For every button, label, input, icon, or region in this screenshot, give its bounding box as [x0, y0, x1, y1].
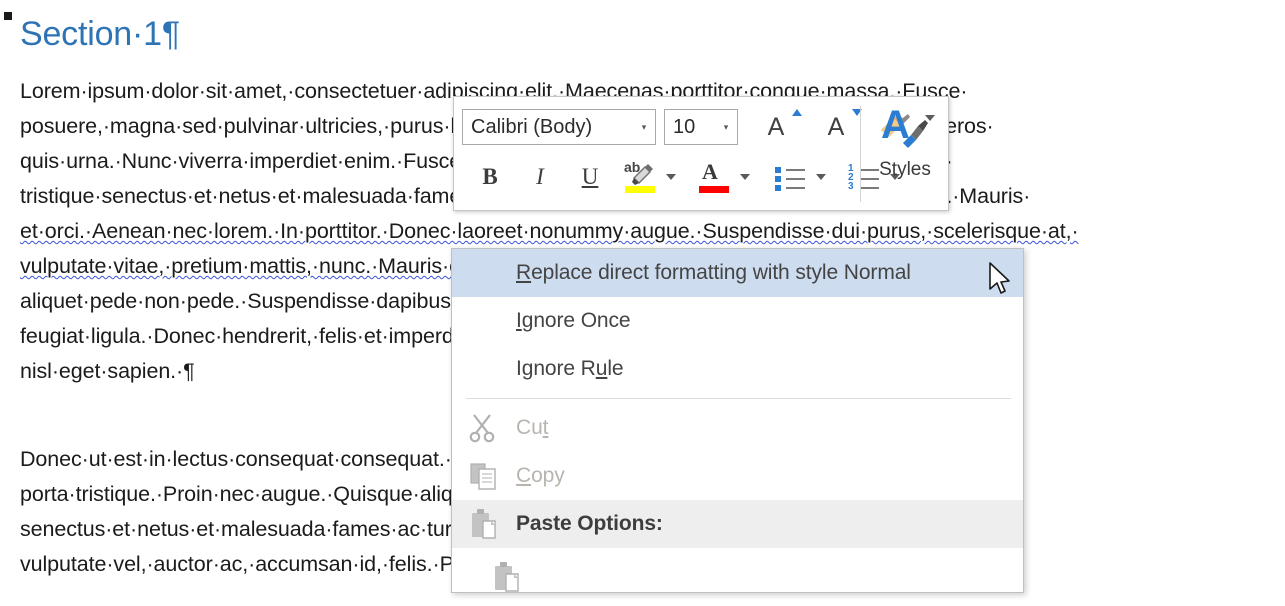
scissors-icon-slot	[452, 411, 516, 445]
font-name-combobox[interactable]: Calibri (Body) ▾	[462, 109, 656, 145]
bullets-chevron-down-icon[interactable]	[816, 174, 826, 180]
highlight-color-swatch	[625, 186, 655, 193]
font-size-combobox[interactable]: 10 ▾	[664, 109, 738, 145]
paintbrush-icon	[903, 120, 928, 148]
pilcrow-mark: ¶	[183, 359, 195, 383]
triangle-up-icon	[792, 109, 802, 116]
grow-font-label: A	[767, 112, 785, 141]
styles-icon: A	[875, 103, 935, 161]
menu-item-copy: Copy	[452, 452, 1023, 500]
menu-item-paste-options[interactable]: Paste Options:	[452, 500, 1023, 548]
pilcrow-mark: ¶	[161, 15, 180, 53]
paste-large-icon	[495, 562, 519, 592]
menu-item-label: Ignore Rule	[516, 357, 624, 380]
menu-item-paste-option-keep-source[interactable]	[452, 548, 1023, 606]
paste-icon	[472, 509, 496, 539]
styles-button[interactable]: A Styles	[866, 103, 944, 205]
font-color-button[interactable]: A	[694, 157, 734, 197]
toolbar-divider	[860, 106, 861, 202]
shrink-font-button[interactable]: A	[812, 107, 862, 147]
underline-button[interactable]: U	[570, 157, 610, 197]
highlight-chevron-down-icon[interactable]	[666, 174, 676, 180]
menu-item-ignore-rule[interactable]: Ignore Rule	[452, 345, 1023, 393]
heading-text: Section·1	[20, 15, 162, 53]
shrink-font-label: A	[827, 112, 845, 141]
grow-font-button[interactable]: A	[752, 107, 802, 147]
text-highlight-color-button[interactable]: ab	[620, 157, 660, 197]
bullets-button[interactable]	[770, 157, 810, 197]
line-text: nisl·eget·sapien.·	[20, 359, 184, 383]
menu-item-cut: Cut	[452, 404, 1023, 452]
underline-label: U	[581, 164, 599, 189]
bold-label: B	[482, 164, 498, 189]
menu-item-label: Ignore Once	[516, 309, 631, 332]
scissors-icon	[469, 414, 495, 443]
styles-chevron-down-icon[interactable]	[925, 115, 935, 121]
menu-separator	[466, 398, 1011, 399]
italic-label: I	[536, 164, 544, 189]
highlighter-icon: ab	[621, 158, 659, 196]
chevron-down-icon[interactable]: ▾	[633, 122, 655, 133]
menu-item-label: Copy	[516, 464, 565, 487]
font-size-value: 10	[673, 115, 696, 138]
font-color-swatch	[699, 186, 729, 193]
menu-item-replace-direct-formatting[interactable]: Replace direct formatting with style Nor…	[452, 249, 1023, 297]
heading-style-marker	[4, 12, 12, 20]
bulleted-list-icon	[773, 164, 807, 191]
context-menu[interactable]: Replace direct formatting with style Nor…	[451, 248, 1024, 593]
menu-item-label: Paste Options:	[516, 512, 663, 535]
font-name-value: Calibri (Body)	[471, 115, 593, 138]
font-color-chevron-down-icon[interactable]	[740, 174, 750, 180]
menu-item-label: Cut	[516, 416, 549, 439]
line-text: et·orci.·Aenean·nec·lorem.·In·porttitor.…	[20, 219, 1079, 243]
paste-large-icon-slot	[452, 560, 562, 594]
menu-item-label: Replace direct formatting with style Nor…	[516, 261, 911, 284]
font-color-label: A	[702, 159, 718, 184]
chevron-down-icon[interactable]: ▾	[715, 122, 737, 133]
font-color-icon: A	[695, 158, 733, 196]
paste-icon-slot	[452, 507, 516, 541]
page-title: Section·1¶	[20, 12, 180, 56]
copy-icon-slot	[452, 459, 516, 493]
italic-button[interactable]: I	[520, 157, 560, 197]
paragraph-line: et·orci.·Aenean·nec·lorem.·In·porttitor.…	[20, 214, 1275, 249]
menu-item-ignore-once[interactable]: Ignore Once	[452, 297, 1023, 345]
bold-button[interactable]: B	[470, 157, 510, 197]
mini-formatting-toolbar[interactable]: Calibri (Body) ▾ 10 ▾ A A B I U ab A 1 2…	[453, 96, 949, 211]
styles-label: Styles	[879, 159, 931, 180]
copy-icon	[470, 463, 496, 490]
